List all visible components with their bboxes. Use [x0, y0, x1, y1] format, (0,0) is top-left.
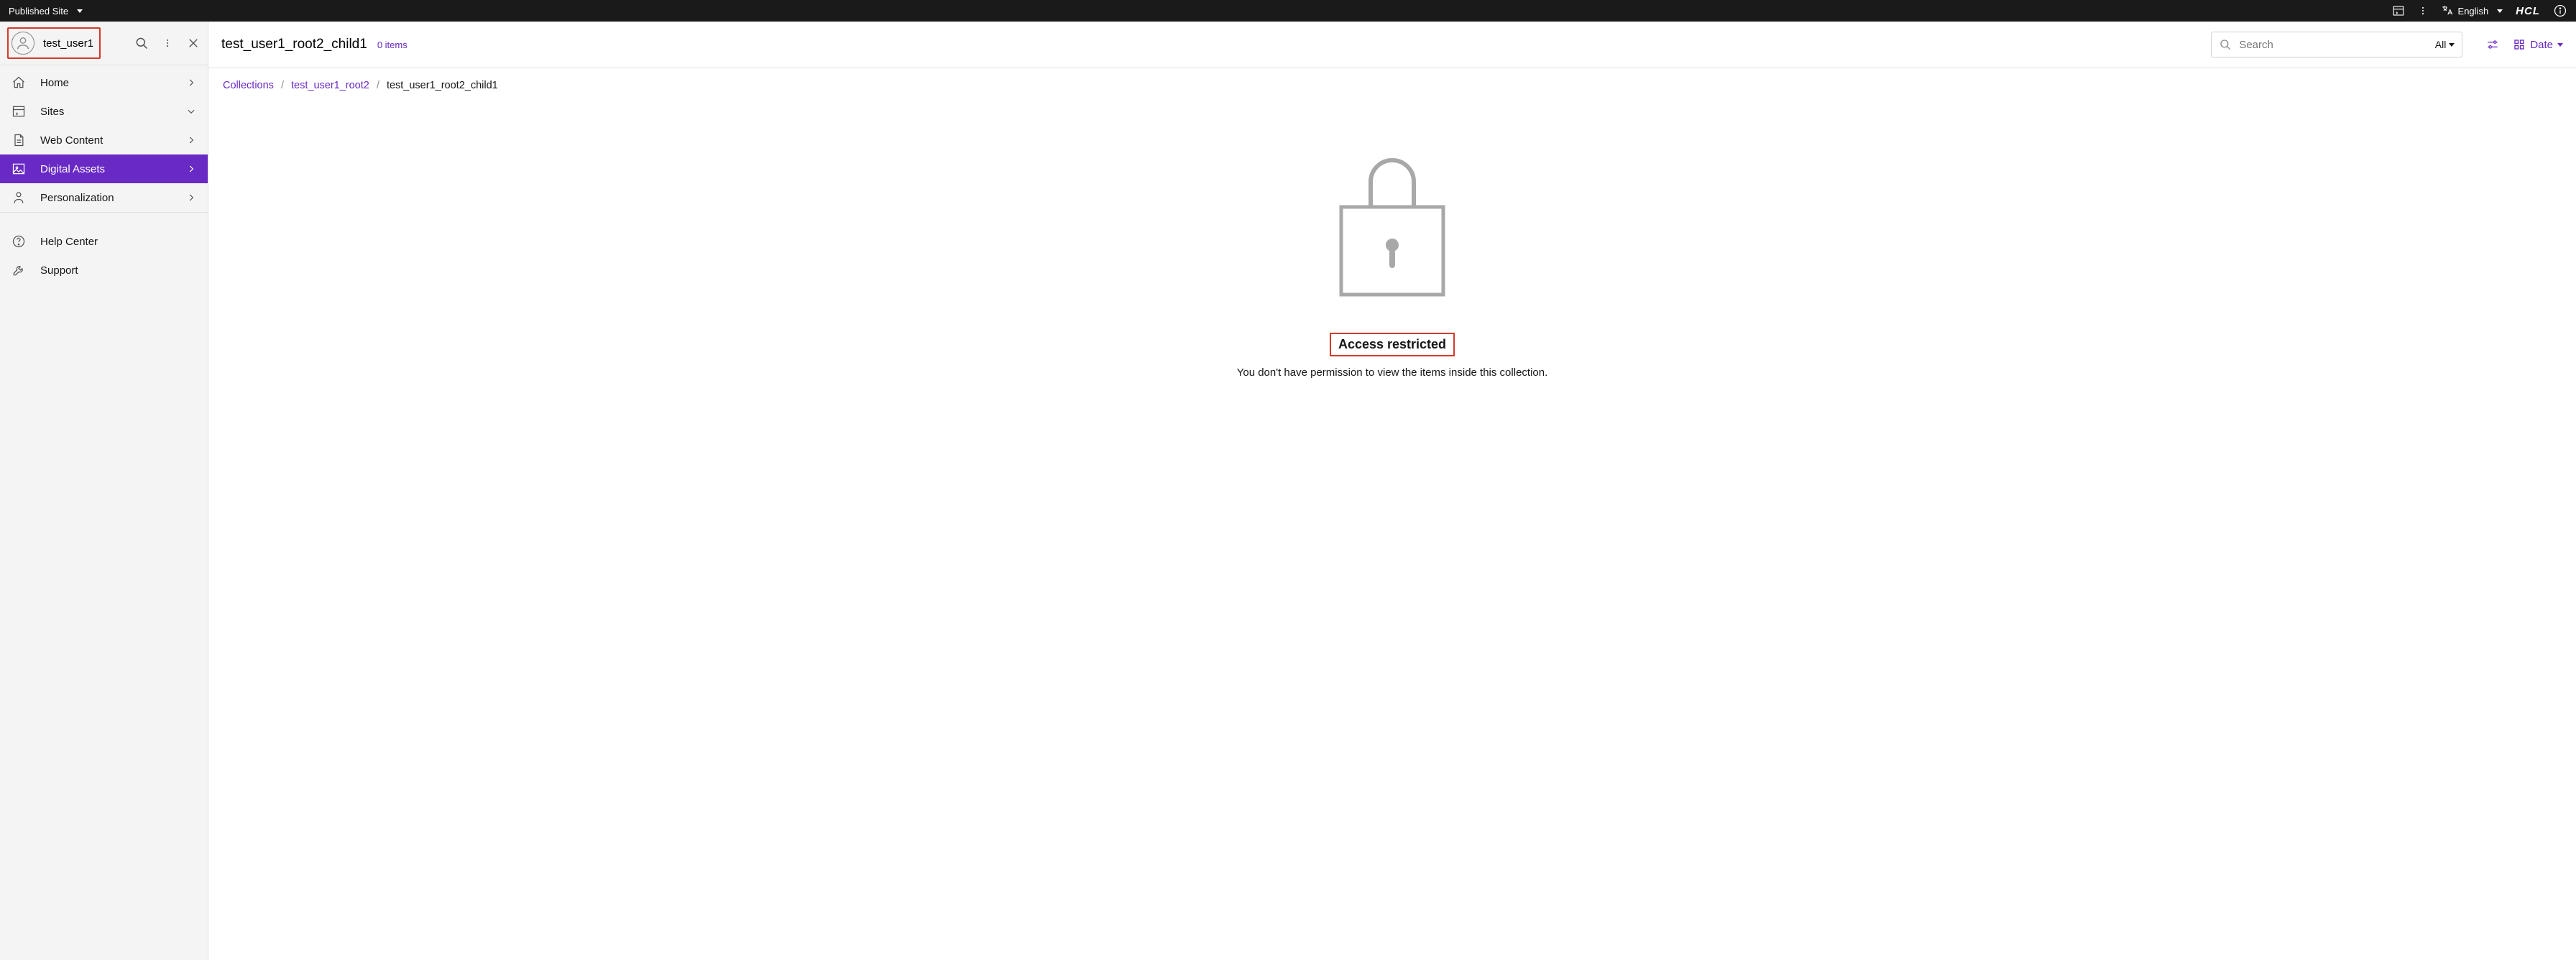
- nav-label: Digital Assets: [40, 163, 105, 175]
- nav-item-web-content[interactable]: Web Content: [0, 126, 208, 154]
- restricted-title: Access restricted: [1330, 333, 1455, 356]
- sort-label: Date: [2530, 39, 2553, 51]
- nav-label: Support: [40, 264, 78, 277]
- help-icon: [12, 234, 26, 249]
- sites-icon: [12, 104, 26, 119]
- user-block[interactable]: test_user1: [7, 27, 101, 59]
- lock-icon: [1338, 146, 1446, 297]
- filter-button[interactable]: [2485, 37, 2500, 52]
- restricted-message: You don't have permission to view the it…: [1237, 366, 1548, 379]
- caret-down-icon: [2557, 43, 2563, 47]
- search-icon: [2219, 38, 2232, 51]
- language-selector[interactable]: English: [2441, 4, 2503, 17]
- user-name: test_user1: [43, 37, 93, 50]
- caret-down-icon: [2449, 43, 2455, 47]
- sidebar-header-tools: [134, 36, 201, 50]
- main-header: test_user1_root2_child1 0 items All: [208, 22, 2576, 68]
- home-icon: [12, 75, 26, 90]
- nav-item-personalization[interactable]: Personalization: [0, 183, 208, 212]
- close-icon[interactable]: [186, 36, 201, 50]
- nav-label: Home: [40, 77, 69, 89]
- breadcrumb-separator: /: [281, 80, 284, 91]
- kebab-menu-icon[interactable]: [160, 36, 175, 50]
- breadcrumb-separator: /: [377, 80, 380, 91]
- sidebar: test_user1 Home: [0, 22, 208, 960]
- search-input[interactable]: [2239, 39, 2427, 51]
- sort-button[interactable]: Date: [2513, 38, 2563, 51]
- person-icon: [12, 190, 26, 205]
- wrench-icon: [12, 263, 26, 277]
- language-label: English: [2458, 6, 2489, 17]
- grid-icon: [2513, 38, 2526, 51]
- site-selector[interactable]: Published Site: [9, 6, 83, 17]
- kebab-menu-icon[interactable]: [2418, 4, 2428, 17]
- breadcrumb-current: test_user1_root2_child1: [387, 80, 498, 91]
- chevron-right-icon: [186, 193, 196, 203]
- chevron-right-icon: [186, 78, 196, 88]
- chevron-down-icon: [186, 106, 196, 116]
- topbar-tools: English HCL: [2392, 4, 2567, 18]
- search-box[interactable]: All: [2211, 32, 2462, 57]
- avatar-icon: [12, 32, 34, 55]
- site-label: Published Site: [9, 6, 68, 17]
- page-title: test_user1_root2_child1: [221, 37, 367, 52]
- nav-item-help-center[interactable]: Help Center: [0, 227, 208, 256]
- header-tools: Date: [2485, 37, 2563, 52]
- info-icon[interactable]: [2553, 4, 2567, 18]
- topbar: Published Site English HCL: [0, 0, 2576, 22]
- search-scope-selector[interactable]: All: [2435, 39, 2455, 50]
- breadcrumb-parent[interactable]: test_user1_root2: [291, 80, 369, 91]
- nav-label: Web Content: [40, 134, 103, 147]
- image-icon: [12, 162, 26, 176]
- panel-icon[interactable]: [2392, 4, 2405, 17]
- search-icon[interactable]: [134, 36, 149, 50]
- breadcrumb-root[interactable]: Collections: [223, 80, 274, 91]
- caret-down-icon: [77, 9, 83, 13]
- chevron-right-icon: [186, 164, 196, 174]
- nav-item-home[interactable]: Home: [0, 68, 208, 97]
- nav-label: Personalization: [40, 192, 114, 204]
- sidebar-header: test_user1: [0, 22, 208, 65]
- primary-nav: Home Sites Web Content: [0, 65, 208, 213]
- secondary-nav: Help Center Support: [0, 213, 208, 285]
- item-count: 0 items: [377, 40, 408, 50]
- nav-item-support[interactable]: Support: [0, 256, 208, 285]
- nav-item-digital-assets[interactable]: Digital Assets: [0, 154, 208, 183]
- nav-label: Sites: [40, 106, 64, 118]
- nav-item-sites[interactable]: Sites: [0, 97, 208, 126]
- access-restricted-panel: Access restricted You don't have permiss…: [208, 146, 2576, 379]
- document-icon: [12, 133, 26, 147]
- chevron-right-icon: [186, 135, 196, 145]
- search-scope-label: All: [2435, 39, 2447, 50]
- breadcrumb: Collections / test_user1_root2 / test_us…: [208, 68, 2576, 103]
- brand-logo: HCL: [2516, 5, 2540, 17]
- nav-label: Help Center: [40, 236, 98, 248]
- main: test_user1_root2_child1 0 items All: [208, 22, 2576, 960]
- caret-down-icon: [2497, 9, 2503, 13]
